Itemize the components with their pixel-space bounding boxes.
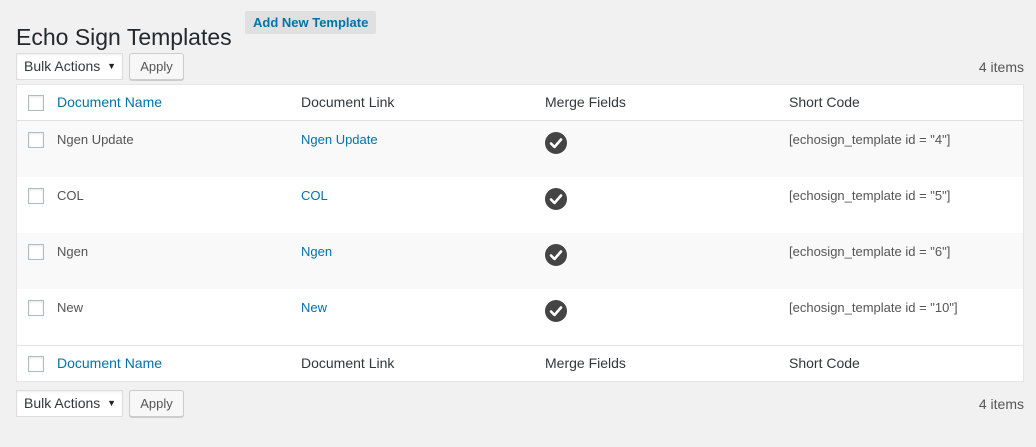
column-merge-fields: Merge Fields [545,94,626,110]
apply-button[interactable]: Apply [129,390,184,417]
column-document-name[interactable]: Document Name [57,94,162,110]
bulk-actions-select[interactable]: Bulk Actions ▼ [16,53,123,80]
document-name: COL [57,188,84,203]
bulk-actions-label: Bulk Actions [24,395,101,411]
row-checkbox[interactable] [28,300,44,316]
templates-table: Document Name Document Link Merge Fields… [16,84,1024,382]
row-checkbox[interactable] [28,132,44,148]
tablenav-top: Bulk Actions ▼ Apply 4 items [16,53,1024,81]
row-checkbox[interactable] [28,244,44,260]
document-name: New [57,300,84,315]
short-code: [echosign_template id = "4"] [789,132,951,147]
tablenav-bottom: Bulk Actions ▼ Apply 4 items [16,390,1024,418]
column-document-link: Document Link [301,355,395,371]
document-link[interactable]: COL [301,188,328,203]
bulk-actions-select[interactable]: Bulk Actions ▼ [16,390,123,417]
column-document-link: Document Link [301,94,395,110]
dropdown-arrow-icon: ▼ [107,398,116,408]
document-name: Ngen [57,244,89,259]
column-document-name[interactable]: Document Name [57,355,162,371]
add-new-template-button[interactable]: Add New Template [245,11,377,34]
document-link[interactable]: Ngen [301,244,332,259]
short-code: [echosign_template id = "5"] [789,188,951,203]
select-all-checkbox[interactable] [28,356,44,372]
table-row: New New [echosign_template id = "10"] [17,289,1023,345]
column-merge-fields: Merge Fields [545,355,626,371]
table-row: COL COL [echosign_template id = "5"] [17,177,1023,233]
table-footer: Document Name Document Link Merge Fields… [17,345,1023,381]
table-row: Ngen Update Ngen Update [echosign_templa… [17,121,1023,177]
document-name: Ngen Update [57,132,134,147]
check-circle-icon [545,132,567,154]
short-code: [echosign_template id = "6"] [789,244,951,259]
row-checkbox[interactable] [28,188,44,204]
check-circle-icon [545,300,567,322]
column-short-code: Short Code [789,355,860,371]
items-count: 4 items [978,59,1024,75]
document-link[interactable]: New [301,300,327,315]
table-header: Document Name Document Link Merge Fields… [17,85,1023,121]
items-count: 4 items [978,396,1024,412]
table-row: Ngen Ngen [echosign_template id = "6"] [17,233,1023,289]
check-circle-icon [545,188,567,210]
select-all-checkbox[interactable] [28,95,44,111]
apply-button[interactable]: Apply [129,53,184,80]
check-circle-icon [545,244,567,266]
column-short-code: Short Code [789,94,860,110]
document-link[interactable]: Ngen Update [301,132,378,147]
dropdown-arrow-icon: ▼ [107,61,116,71]
bulk-actions-label: Bulk Actions [24,58,101,74]
short-code: [echosign_template id = "10"] [789,300,958,315]
page: Echo Sign Templates Add New Template Bul… [0,0,1036,447]
page-title: Echo Sign Templates [16,24,232,51]
